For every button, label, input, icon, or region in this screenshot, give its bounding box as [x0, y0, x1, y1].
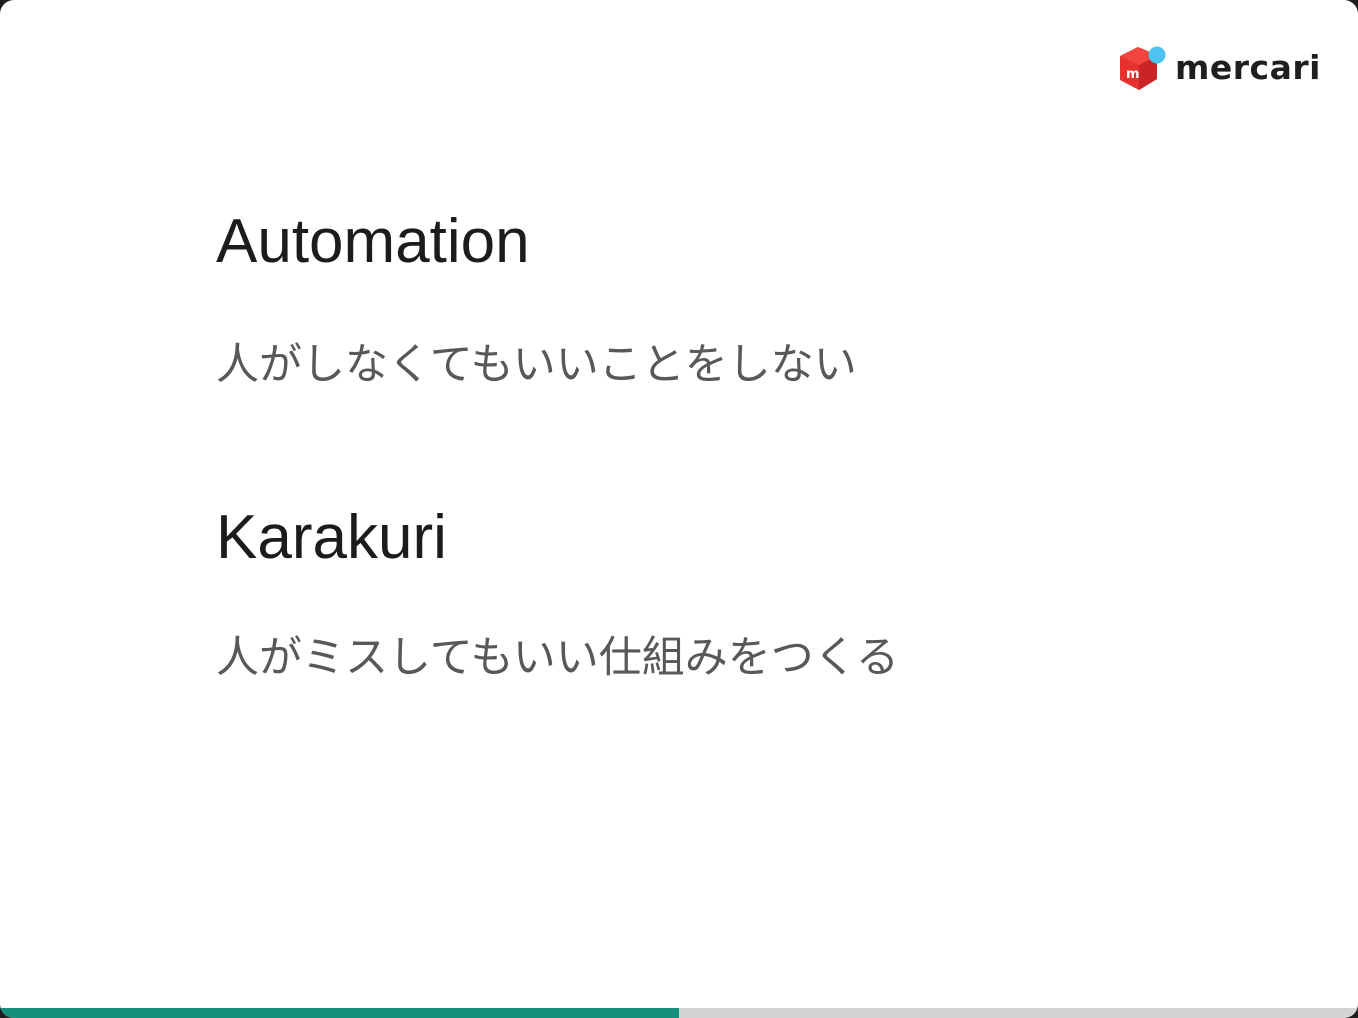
subtext-karakuri: 人がミスしてもいい仕組みをつくる: [216, 633, 899, 683]
heading-automation: Automation: [216, 207, 530, 276]
subtext-automation: 人がしなくてもいいことをしない: [216, 340, 857, 390]
mercari-box-icon: m: [1120, 46, 1166, 90]
slide-progress-bar: [0, 1008, 1358, 1018]
mercari-logo: m mercari: [1117, 43, 1321, 93]
logo-wordmark: mercari: [1175, 48, 1321, 87]
logo-badge-letter: m: [1126, 67, 1140, 82]
heading-karakuri: Karakuri: [216, 503, 447, 572]
slide: m mercari Automation 人がしなくてもいいことをしない Kar…: [0, 0, 1358, 1018]
slide-progress-fill: [0, 1008, 679, 1018]
